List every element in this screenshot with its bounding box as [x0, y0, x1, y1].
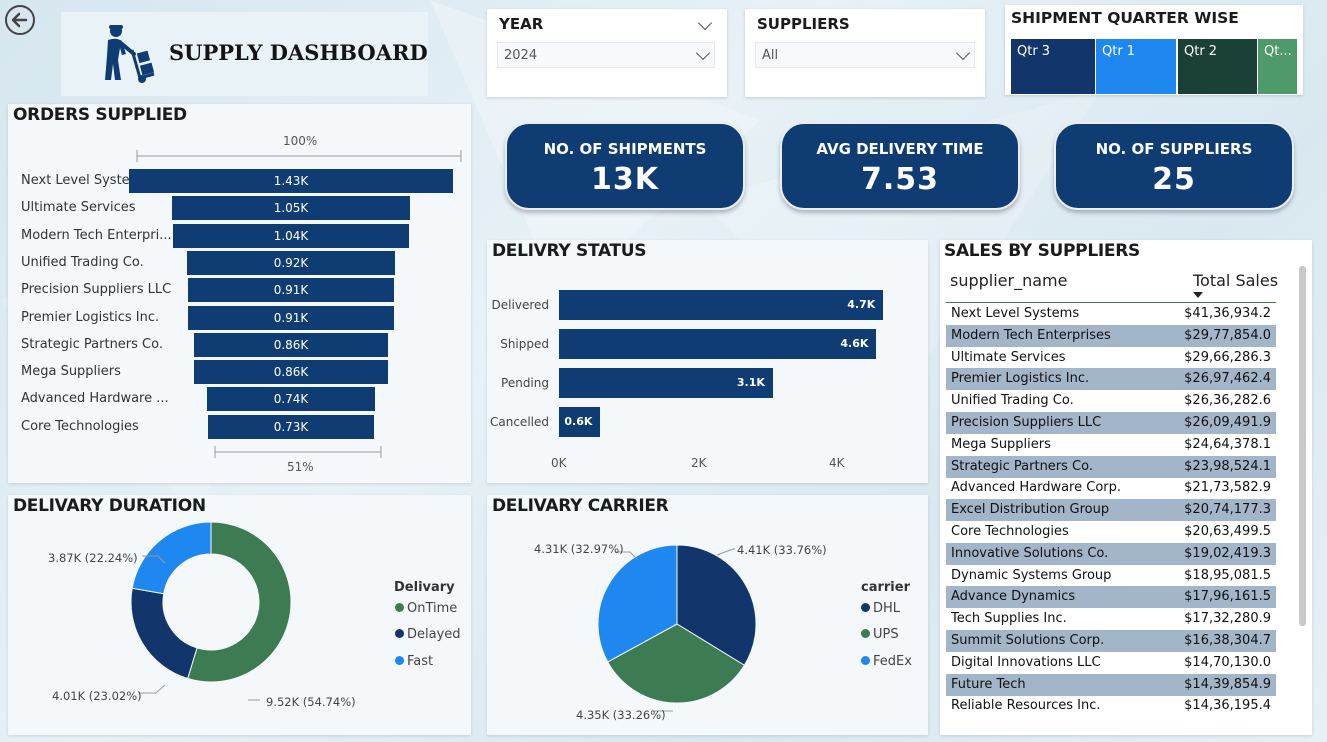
- table-row[interactable]: Innovative Solutions Co. $19,02,419.3: [946, 542, 1276, 565]
- total-sales-cell: $26,97,462.4: [1184, 371, 1271, 387]
- total-sales-cell: $26,09,491.9: [1184, 415, 1271, 430]
- total-sales-cell: $18,95,081.5: [1184, 567, 1271, 583]
- supplier-name-cell: Tech Supplies Inc.: [951, 611, 1067, 627]
- supplier-name-cell: Reliable Resources Inc.: [951, 698, 1101, 714]
- supplier-name-cell: Strategic Partners Co.: [951, 458, 1093, 474]
- total-sales-cell: $20,63,499.5: [1184, 524, 1271, 539]
- table-row[interactable]: Ultimate Services $29,66,286.3: [946, 347, 1276, 369]
- supplier-name-cell: Modern Tech Enterprises: [951, 327, 1111, 343]
- table-row[interactable]: Unified Trading Co. $26,36,282.6: [946, 390, 1276, 412]
- table-row[interactable]: Tech Supplies Inc. $17,32,280.9: [946, 608, 1276, 630]
- table-row[interactable]: Mega Suppliers $24,64,378.1: [946, 434, 1276, 456]
- table-row[interactable]: Dynamic Systems Group $18,95,081.5: [946, 565, 1276, 587]
- supplier-name-cell: Mega Suppliers: [951, 436, 1051, 452]
- supplier-name-cell: Innovative Solutions Co.: [951, 545, 1109, 561]
- total-sales-cell: $26,36,282.6: [1184, 393, 1271, 409]
- table-row[interactable]: Precision Suppliers LLC $26,09,491.9: [946, 412, 1276, 434]
- table-row[interactable]: Summit Solutions Corp. $16,38,304.7: [946, 630, 1276, 652]
- total-sales-cell: $14,36,195.4: [1184, 698, 1271, 714]
- total-sales-cell: $29,77,854.0: [1184, 327, 1271, 343]
- supplier-name-cell: Future Tech: [951, 676, 1026, 692]
- supplier-name-cell: Ultimate Services: [951, 349, 1066, 365]
- total-sales-cell: $17,96,161.5: [1184, 589, 1271, 605]
- table-row[interactable]: Advanced Hardware Corp. $21,73,582.9: [946, 477, 1276, 499]
- table-row[interactable]: Next Level Systems $41,36,934.2: [946, 303, 1276, 325]
- total-sales-cell: $14,70,130.0: [1184, 654, 1271, 670]
- supplier-name-cell: Advance Dynamics: [951, 589, 1076, 605]
- supplier-name-cell: Dynamic Systems Group: [951, 567, 1112, 583]
- total-sales-cell: $23,98,524.1: [1184, 458, 1271, 474]
- table-row[interactable]: Premier Logistics Inc. $26,97,462.4: [946, 368, 1276, 391]
- supplier-name-cell: Precision Suppliers LLC: [951, 415, 1102, 430]
- total-sales-cell: $19,02,419.3: [1184, 545, 1271, 561]
- table-row[interactable]: Reliable Resources Inc. $14,36,195.4: [946, 695, 1276, 717]
- supplier-name-cell: Summit Solutions Corp.: [951, 633, 1105, 648]
- total-sales-cell: $14,39,854.9: [1184, 676, 1271, 692]
- total-sales-cell: $20,74,177.3: [1184, 502, 1271, 518]
- table-row[interactable]: Future Tech $14,39,854.9: [946, 673, 1276, 696]
- supplier-name-cell: Premier Logistics Inc.: [951, 371, 1090, 387]
- total-sales-cell: $21,73,582.9: [1184, 480, 1271, 496]
- table-scrollbar[interactable]: [1299, 266, 1306, 626]
- table-row[interactable]: Advance Dynamics $17,96,161.5: [946, 586, 1276, 609]
- supplier-name-cell: Advanced Hardware Corp.: [951, 480, 1122, 496]
- sales-table-body: Next Level Systems $41,36,934.2 Modern Tec…: [0, 0, 1327, 717]
- total-sales-cell: $24,64,378.1: [1184, 436, 1271, 452]
- table-row[interactable]: Strategic Partners Co. $23,98,524.1: [946, 455, 1276, 478]
- table-row[interactable]: Core Technologies $20,63,499.5: [946, 521, 1276, 543]
- supplier-name-cell: Core Technologies: [951, 524, 1069, 539]
- table-row[interactable]: Digital Innovations LLC $14,70,130.0: [946, 652, 1276, 674]
- supplier-name-cell: Excel Distribution Group: [951, 502, 1110, 518]
- supplier-name-cell: Unified Trading Co.: [951, 393, 1074, 409]
- total-sales-cell: $17,32,280.9: [1184, 611, 1271, 627]
- supplier-name-cell: Digital Innovations LLC: [951, 654, 1101, 670]
- total-sales-cell: $29,66,286.3: [1184, 349, 1271, 365]
- total-sales-cell: $16,38,304.7: [1184, 633, 1271, 648]
- total-sales-cell: $41,36,934.2: [1184, 306, 1271, 321]
- supplier-name-cell: Next Level Systems: [951, 306, 1080, 321]
- table-row[interactable]: Modern Tech Enterprises $29,77,854.0: [946, 324, 1276, 347]
- table-row[interactable]: Excel Distribution Group $20,74,177.3: [946, 499, 1276, 522]
